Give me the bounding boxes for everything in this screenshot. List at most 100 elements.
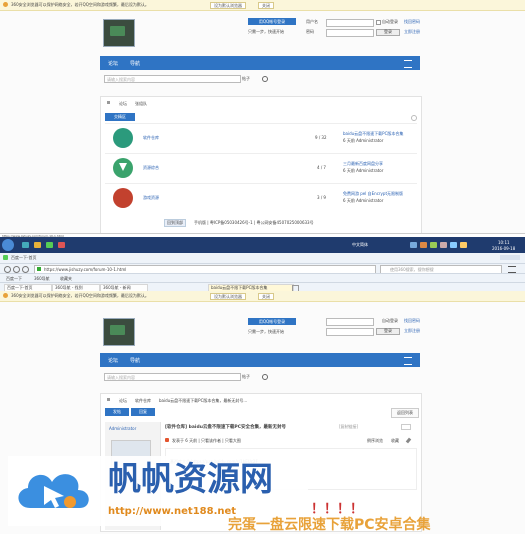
password-field[interactable]: [326, 328, 374, 336]
watermark-bottom-text: 完蛋一盘云限速下载PC安卓合集: [228, 517, 431, 533]
breadcrumb-section[interactable]: 软件仓库: [135, 398, 151, 404]
nav-guide[interactable]: 导航: [130, 60, 140, 67]
breadcrumb-forum[interactable]: 论坛: [119, 101, 127, 107]
breadcrumb-current[interactable]: 张组队: [135, 101, 147, 107]
back-to-list-button[interactable]: 返回列表: [391, 408, 419, 418]
new-post-button[interactable]: 发帖: [105, 408, 129, 416]
set-default-button[interactable]: 设为默认浏览器: [210, 293, 246, 300]
forum-name[interactable]: 游戏资源: [143, 195, 159, 201]
author-name[interactable]: Administrator: [109, 426, 136, 431]
new-post-label: 发帖: [113, 409, 121, 414]
reply-label: 回复: [139, 409, 147, 414]
notice-text: 360安全浏览器可以保护网络安全，若开QQ空间和游戏频繁，最后设为默认。: [11, 293, 149, 298]
home-icon[interactable]: [107, 398, 110, 401]
notice-text: 360安全浏览器可以保护网络安全，若开QQ空间和游戏频繁，最后设为默认。: [11, 2, 149, 7]
close-notice-button[interactable]: 关闭: [258, 2, 274, 9]
search-input[interactable]: 请输入搜索内容: [104, 373, 241, 381]
qq-login-label: 用QQ帐号登录: [258, 319, 286, 324]
forum-last-post[interactable]: baidu云盘不限速下载PC版本合集: [343, 131, 415, 137]
search-scope[interactable]: 帖子: [242, 374, 250, 380]
auto-login-checkbox[interactable]: [376, 20, 381, 25]
tray-icon[interactable]: [460, 242, 467, 248]
back-to-top-button[interactable]: 回到顶部: [164, 219, 186, 227]
site-logo[interactable]: [103, 19, 135, 47]
forum-last-post[interactable]: 三月最新百度网盘分享: [343, 161, 415, 167]
forum-count: 9 / 32: [315, 135, 327, 140]
username-field[interactable]: [326, 318, 374, 326]
footer-text: 手机版 | 粤ICP备05030426号-1 | 粤公网安备4507025000…: [194, 220, 314, 225]
window-controls[interactable]: [500, 255, 520, 260]
set-default-button[interactable]: 设为默认浏览器: [210, 2, 246, 9]
nav-forum[interactable]: 论坛: [108, 357, 118, 364]
favorite-link[interactable]: 收藏: [391, 438, 399, 444]
copy-link[interactable]: [复制链接]: [339, 424, 358, 430]
section-title: 交精区: [114, 114, 126, 119]
post-info: 发表于 6 天前 | 只看该作者 | 只看大图: [172, 438, 241, 443]
qq-login-button[interactable]: 用QQ帐号登录: [248, 18, 296, 25]
register-link[interactable]: 立即注册: [404, 328, 420, 334]
info-icon: [3, 2, 8, 7]
back-to-list-label: 返回列表: [397, 410, 413, 415]
clock-time[interactable]: 10:11: [498, 240, 510, 245]
search-icon[interactable]: [262, 76, 268, 82]
password-field[interactable]: [326, 29, 374, 37]
edit-icon[interactable]: [405, 437, 412, 444]
register-link[interactable]: 立即注册: [404, 29, 420, 35]
login-button[interactable]: 登录: [376, 29, 400, 36]
search-input[interactable]: 请输入搜索内容: [104, 75, 241, 83]
game-forum-icon: [113, 188, 133, 208]
tray-icon[interactable]: [430, 242, 437, 248]
reverse-order-link[interactable]: 倒序浏览: [367, 438, 383, 444]
forum-name[interactable]: 资源综合: [143, 165, 159, 171]
qq-login-button[interactable]: 用QQ帐号登录: [248, 318, 296, 325]
close-notice-button[interactable]: 关闭: [258, 293, 274, 300]
breadcrumb-forum[interactable]: 论坛: [119, 398, 127, 404]
home-icon[interactable]: [107, 101, 110, 104]
forum-row[interactable]: 游戏资源 3 / 9 免费网游 pel 自Encrypt无限制版 6 天前 Ad…: [105, 183, 417, 214]
quick-hint: 只需一步，快速开始: [248, 29, 284, 34]
tray-icon[interactable]: [450, 242, 457, 248]
find-password-link[interactable]: 找回密码: [404, 19, 420, 25]
menu-icon[interactable]: [404, 357, 412, 365]
browser-360-icon[interactable]: [46, 242, 53, 248]
forum-name[interactable]: 软件仓库: [143, 135, 159, 141]
start-button[interactable]: [2, 239, 14, 251]
ime-status[interactable]: 中文简体: [352, 242, 368, 248]
lock-icon: [37, 267, 41, 271]
menu-icon[interactable]: [508, 266, 516, 273]
menu-icon[interactable]: [404, 60, 412, 68]
back-icon[interactable]: [4, 266, 11, 273]
player-icon[interactable]: [58, 242, 65, 248]
forum-last-post[interactable]: 免费网游 pel 自Encrypt无限制版: [343, 191, 415, 197]
nav-forum[interactable]: 论坛: [108, 60, 118, 67]
find-password-link[interactable]: 找回密码: [404, 318, 420, 324]
watermark-url: http://www.net188.net: [108, 506, 237, 517]
site-logo[interactable]: [103, 318, 135, 346]
username-field[interactable]: [326, 19, 374, 27]
prev-next-icon[interactable]: [401, 424, 411, 430]
quick-hint: 只需一步，快速开始: [248, 329, 284, 334]
folder-icon[interactable]: [34, 242, 41, 248]
forum-last-by: 6 天前 Administrator: [343, 198, 384, 203]
forward-icon[interactable]: [13, 266, 20, 273]
clock-date[interactable]: 2016-09-18: [492, 246, 515, 251]
forum-last-by: 6 天前 Administrator: [343, 138, 384, 143]
tray-icon[interactable]: [420, 242, 427, 248]
forum-panel: 论坛 张组队 交精区 软件仓库 9 / 32 baidu云盘不限速下载PC版本合…: [100, 96, 422, 236]
qq-login-label: 用QQ帐号登录: [258, 19, 286, 24]
tray-icon[interactable]: [410, 242, 417, 248]
refresh-icon[interactable]: [22, 266, 29, 273]
collapse-icon[interactable]: [411, 115, 417, 121]
forum-row[interactable]: 软件仓库 9 / 32 baidu云盘不限速下载PC版本合集 6 天前 Admi…: [105, 123, 417, 154]
reply-button[interactable]: 回复: [131, 408, 155, 416]
search-icon[interactable]: [262, 374, 268, 380]
search-placeholder: 请输入搜索内容: [107, 77, 135, 82]
tray-icon[interactable]: [440, 242, 447, 248]
login-button[interactable]: 登录: [376, 328, 400, 335]
breadcrumb-current[interactable]: baidu云盘不限速下载PC版本合集，最新无封号...: [159, 398, 247, 404]
search-scope[interactable]: 帖子: [242, 76, 250, 82]
software-forum-icon: [113, 128, 133, 148]
ie-icon[interactable]: [22, 242, 29, 248]
forum-row[interactable]: 资源综合 4 / 7 三月最新百度网盘分享 6 天前 Administrator: [105, 153, 417, 184]
nav-guide[interactable]: 导航: [130, 357, 140, 364]
